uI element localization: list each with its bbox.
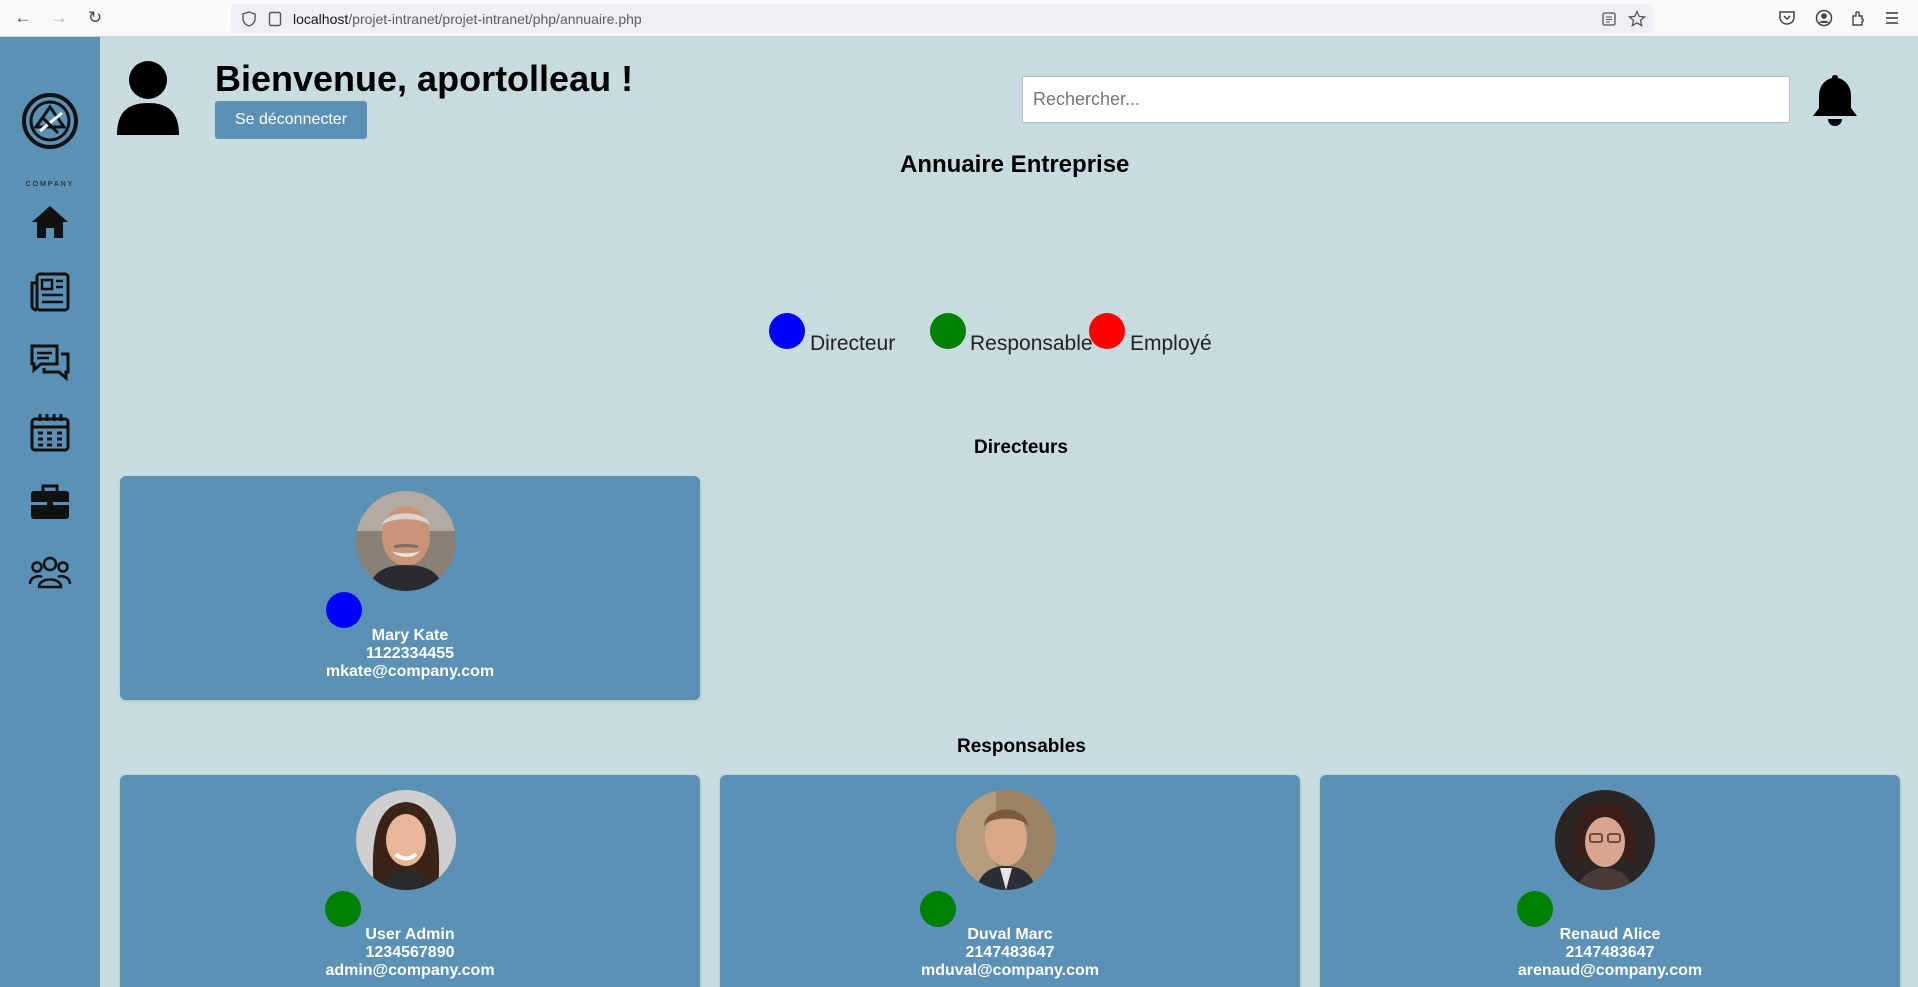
employee-name: Mary Kate [371, 627, 449, 644]
search-input[interactable] [1022, 76, 1790, 123]
employee-phone: 1234567890 [365, 944, 455, 961]
profile-photo [956, 790, 1056, 890]
employee-card[interactable]: User Admin 1234567890 admin@company.com [120, 775, 700, 987]
director-role-dot [326, 592, 362, 628]
company-logo[interactable] [22, 93, 78, 157]
forward-icon[interactable]: → [46, 6, 72, 30]
employee-name: Renaud Alice [1559, 926, 1661, 943]
employee-email: admin@company.com [325, 962, 495, 979]
employee-card[interactable]: Renaud Alice 2147483647 arenaud@company.… [1320, 775, 1900, 987]
profile-photo [1555, 790, 1655, 890]
employee-email: mduval@company.com [920, 962, 1099, 979]
logo-text: COMPANY [25, 181, 75, 188]
pocket-icon[interactable] [1775, 6, 1799, 30]
sidebar: COMPANY [0, 37, 100, 987]
account-icon[interactable] [1812, 6, 1836, 30]
bell-icon[interactable] [1810, 72, 1860, 128]
address-bar[interactable]: localhost/projet-intranet/projet-intrane… [231, 4, 1653, 33]
manager-role-dot [920, 891, 956, 927]
director-legend-label: Directeur [810, 332, 896, 355]
extensions-icon[interactable] [1847, 6, 1871, 30]
newspaper-icon[interactable] [28, 270, 72, 314]
bookmark-star-icon[interactable] [1625, 7, 1649, 31]
chat-icon[interactable] [28, 340, 72, 384]
reload-icon[interactable]: ↻ [82, 6, 108, 30]
employee-email: arenaud@company.com [1517, 962, 1703, 979]
employee-card[interactable]: Duval Marc 2147483647 mduval@company.com [720, 775, 1300, 987]
directors-section-title: Directeurs [974, 437, 1068, 458]
calendar-icon[interactable] [28, 410, 72, 454]
home-icon[interactable] [28, 200, 72, 244]
users-icon[interactable] [28, 550, 72, 594]
welcome-heading: Bienvenue, aportolleau ! [215, 58, 634, 99]
manager-legend-dot [930, 313, 966, 349]
manager-role-dot [325, 891, 361, 927]
logout-button[interactable]: Se déconnecter [215, 101, 367, 139]
url-text: localhost/projet-intranet/projet-intrane… [293, 11, 642, 27]
back-icon[interactable]: ← [10, 6, 36, 30]
manager-role-dot [1517, 891, 1553, 927]
reader-view-icon[interactable] [1597, 7, 1621, 31]
shield-icon[interactable] [237, 7, 261, 31]
employee-card[interactable]: Mary Kate 1122334455 mkate@company.com [120, 476, 700, 700]
profile-photo [356, 790, 456, 890]
page-icon[interactable] [263, 7, 287, 31]
employee-legend-label: Employé [1130, 332, 1212, 355]
director-legend-dot [769, 313, 805, 349]
employee-name: Duval Marc [967, 926, 1053, 943]
employee-phone: 1122334455 [365, 645, 455, 662]
managers-section-title: Responsables [957, 736, 1086, 757]
employee-name: User Admin [365, 926, 455, 943]
menu-icon[interactable] [1880, 6, 1904, 30]
briefcase-icon[interactable] [28, 480, 72, 524]
browser-toolbar: ← → ↻ localhost/projet-intranet/projet-i… [0, 0, 1918, 37]
user-avatar-icon [115, 59, 181, 137]
employee-legend-dot [1089, 313, 1125, 349]
manager-legend-label: Responsable [970, 332, 1093, 355]
employee-phone: 2147483647 [1565, 944, 1655, 961]
page-title: Annuaire Entreprise [900, 151, 1130, 178]
profile-photo [356, 491, 456, 591]
employee-email: mkate@company.com [325, 663, 495, 680]
employee-phone: 2147483647 [965, 944, 1055, 961]
